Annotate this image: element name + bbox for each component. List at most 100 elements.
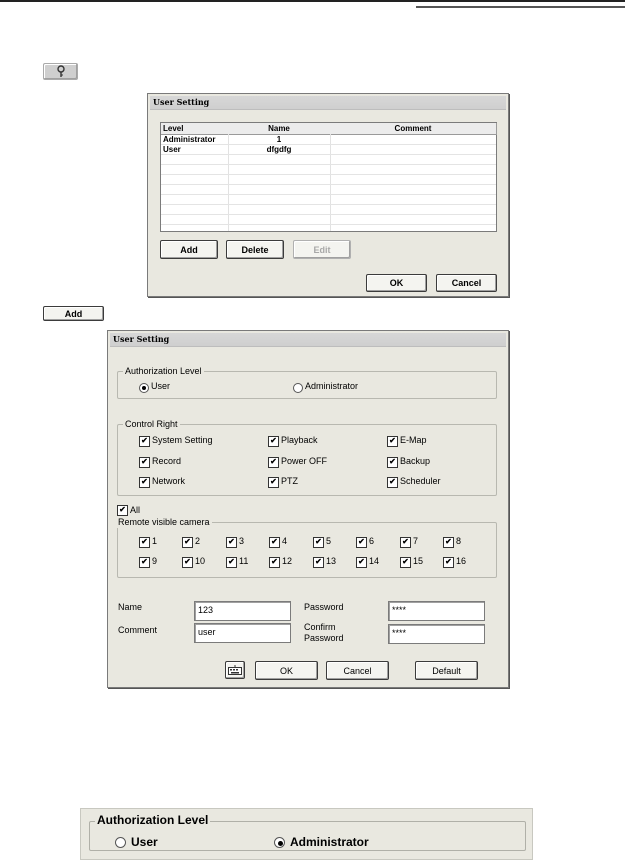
backup-checkbox[interactable]: ✔ (387, 457, 398, 468)
camera-6-checkbox[interactable]: ✔ (356, 537, 367, 548)
camera-12-checkbox[interactable]: ✔ (269, 557, 280, 568)
authorization-level-zoom: Authorization Level User Administrator (80, 808, 533, 860)
column-header-name[interactable]: Name (228, 123, 331, 135)
group-label: Control Right (123, 419, 180, 430)
camera-14-checkbox[interactable]: ✔ (356, 557, 367, 568)
zoom-administrator-radio[interactable] (274, 837, 285, 848)
delete-button[interactable]: Delete (226, 240, 284, 259)
camera-11-label: 11 (239, 556, 249, 566)
dialog-title: User Setting (110, 333, 506, 347)
password-field[interactable]: **** (388, 601, 485, 621)
zoom-group-label: Authorization Level (95, 812, 211, 828)
all-cameras-checkbox[interactable]: ✔ (117, 505, 128, 516)
system-setting-checkbox[interactable]: ✔ (139, 436, 150, 447)
user-radio[interactable] (139, 383, 149, 393)
edit-button[interactable]: Edit (293, 240, 351, 259)
confirm-password-label-line1: Confirm (304, 622, 336, 632)
remote-visible-camera-group: Remote visible camera ✔ 1 ✔ 2 ✔ 3 ✔ 4 ✔ 5 ✔ 6 ✔ 7 ✔ 8 ✔ 9… (116, 517, 497, 578)
keyboard-button[interactable] (225, 661, 245, 679)
row-name: 1 (276, 135, 282, 144)
key-icon (56, 65, 65, 77)
camera-1-checkbox[interactable]: ✔ (139, 537, 150, 548)
camera-4-label: 4 (282, 536, 288, 546)
column-header-comment[interactable]: Comment (330, 123, 497, 135)
control-right-group: Control Right ✔ System Setting ✔ Playbac… (117, 419, 497, 496)
dialog-title: User Setting (150, 96, 506, 110)
page-top-rule (0, 0, 625, 2)
playback-checkbox[interactable]: ✔ (268, 436, 279, 447)
password-label: Password (304, 602, 344, 612)
page-top-rule-right (416, 6, 625, 8)
camera-3-checkbox[interactable]: ✔ (226, 537, 237, 548)
zoom-user-radio[interactable] (115, 837, 126, 848)
cancel-button[interactable]: Cancel (436, 274, 497, 292)
cancel-button[interactable]: Cancel (326, 661, 389, 680)
record-checkbox[interactable]: ✔ (139, 457, 150, 468)
user-setting-list-dialog: User Setting Level Name Comment Administ… (147, 93, 509, 297)
camera-5-checkbox[interactable]: ✔ (313, 537, 324, 548)
camera-2-label: 2 (195, 536, 201, 546)
power-off-checkbox[interactable]: ✔ (268, 457, 279, 468)
ok-button[interactable]: OK (255, 661, 318, 680)
comment-field[interactable]: user (194, 623, 291, 643)
camera-13-checkbox[interactable]: ✔ (313, 557, 324, 568)
ptz-label: PTZ (281, 476, 298, 486)
camera-16-label: 16 (456, 556, 467, 566)
camera-2-checkbox[interactable]: ✔ (182, 537, 193, 548)
camera-14-label: 14 (369, 556, 380, 566)
scheduler-checkbox[interactable]: ✔ (387, 477, 398, 488)
camera-5-label: 5 (326, 536, 332, 546)
camera-11-checkbox[interactable]: ✔ (226, 557, 237, 568)
camera-15-label: 15 (413, 556, 424, 566)
table-row[interactable]: Administrator 1 (161, 135, 496, 145)
zoom-administrator-label: Administrator (290, 835, 369, 849)
confirm-password-label-line2: Password (304, 633, 344, 643)
column-header-level[interactable]: Level (161, 123, 231, 135)
camera-1-label: 1 (152, 536, 158, 546)
default-button[interactable]: Default (415, 661, 478, 680)
add-button-reference[interactable]: Add (43, 306, 104, 321)
power-off-label: Power OFF (281, 456, 328, 466)
record-label: Record (152, 456, 182, 466)
camera-8-label: 8 (456, 536, 462, 546)
network-checkbox[interactable]: ✔ (139, 477, 150, 488)
backup-label: Backup (400, 456, 431, 466)
camera-12-label: 12 (282, 556, 293, 566)
camera-6-label: 6 (369, 536, 375, 546)
administrator-radio-label: Administrator (305, 381, 359, 391)
group-label: Authorization Level (123, 366, 204, 377)
authorization-level-group: Authorization Level User Administrator (117, 366, 497, 399)
playback-label: Playback (281, 435, 318, 445)
camera-8-checkbox[interactable]: ✔ (443, 537, 454, 548)
row-level: User (163, 145, 181, 154)
ok-button[interactable]: OK (366, 274, 427, 292)
row-name: dfgdfg (266, 145, 292, 154)
ptz-checkbox[interactable]: ✔ (268, 477, 279, 488)
camera-7-label: 7 (413, 536, 419, 546)
key-icon-button[interactable] (43, 63, 78, 80)
camera-15-checkbox[interactable]: ✔ (400, 557, 411, 568)
all-cameras-label: All (130, 505, 141, 515)
name-field[interactable]: 123 (194, 601, 291, 621)
administrator-radio[interactable] (293, 383, 303, 393)
camera-10-checkbox[interactable]: ✔ (182, 557, 193, 568)
emap-checkbox[interactable]: ✔ (387, 436, 398, 447)
camera-9-checkbox[interactable]: ✔ (139, 557, 150, 568)
emap-label: E-Map (400, 435, 427, 445)
camera-10-label: 10 (195, 556, 206, 566)
zoom-user-label: User (131, 835, 158, 849)
scheduler-label: Scheduler (400, 476, 441, 486)
camera-4-checkbox[interactable]: ✔ (269, 537, 280, 548)
add-button[interactable]: Add (160, 240, 218, 259)
camera-13-label: 13 (326, 556, 337, 566)
table-row[interactable]: User dfgdfg (161, 145, 496, 155)
camera-3-label: 3 (239, 536, 245, 546)
user-setting-edit-dialog: User Setting Authorization Level User Ad… (107, 330, 509, 688)
row-level: Administrator (163, 135, 216, 144)
camera-16-checkbox[interactable]: ✔ (443, 557, 454, 568)
camera-7-checkbox[interactable]: ✔ (400, 537, 411, 548)
confirm-password-field[interactable]: **** (388, 624, 485, 644)
user-table: Level Name Comment Administrator 1 User … (160, 122, 497, 232)
group-label: Remote visible camera (116, 517, 212, 528)
keyboard-icon (228, 665, 242, 675)
